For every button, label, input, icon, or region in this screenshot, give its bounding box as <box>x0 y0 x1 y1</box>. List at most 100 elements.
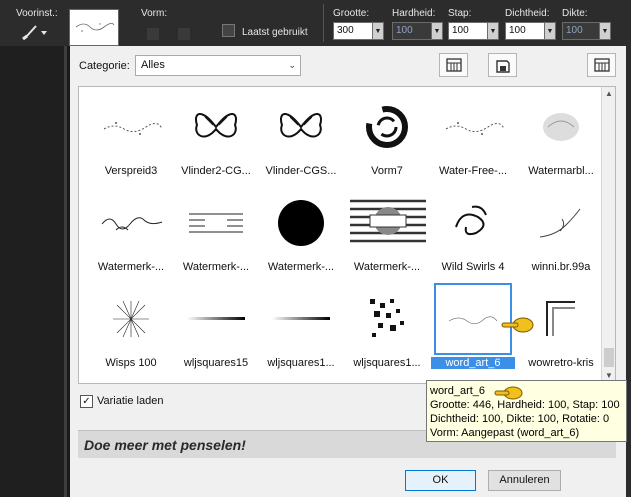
import-button[interactable] <box>488 53 517 77</box>
brush-item[interactable]: Vorm7 <box>345 87 429 183</box>
script-brush-icon <box>92 187 170 259</box>
current-brush-thumbnail[interactable] <box>69 9 119 46</box>
view-options-button[interactable] <box>439 53 468 77</box>
scatter-brush-icon <box>434 91 512 163</box>
brush-item[interactable]: Watermerk-... <box>174 183 258 279</box>
step-spinner[interactable]: 100 ▼ <box>448 22 499 40</box>
brush-grid: Verspreid3 Vlinder2-CG... Vlinder-CGS... Vo… <box>78 86 616 384</box>
brush-label: Vlinder2-CG... <box>181 165 251 177</box>
stripe-text-brush-icon <box>177 187 255 259</box>
brush-item[interactable]: wljsquares15 <box>174 279 258 375</box>
thickness-input[interactable]: 100 <box>562 22 600 40</box>
density-spinner[interactable]: 100 ▼ <box>505 22 556 40</box>
brush-label: wljsquares1... <box>353 357 421 369</box>
grid-icon <box>445 58 462 72</box>
brush-icon <box>22 25 47 41</box>
left-panel <box>0 46 67 497</box>
category-dropdown[interactable]: Alles ⌄ <box>135 55 301 76</box>
brush-item[interactable]: Vlinder2-CG... <box>174 87 258 183</box>
size-spinner[interactable]: 300 ▼ <box>333 22 384 40</box>
wisps-brush-icon <box>92 283 170 355</box>
density-label: Dichtheid: <box>505 8 550 19</box>
category-value: Alles <box>141 59 165 71</box>
thickness-spinner[interactable]: 100 ▼ <box>562 22 611 40</box>
brush-item[interactable]: Watermerk-... <box>345 183 429 279</box>
density-input[interactable]: 100 <box>505 22 545 40</box>
brush-label: Watermerk-... <box>182 261 250 273</box>
ok-button[interactable]: OK <box>405 470 476 491</box>
brush-label: wljsquares15 <box>183 357 249 369</box>
size-dropdown-arrow[interactable]: ▼ <box>373 22 384 40</box>
line-gradient-brush-icon <box>262 283 340 355</box>
brush-item[interactable]: Watermarbl... <box>519 87 603 183</box>
pixel-squares-brush-icon <box>348 283 426 355</box>
thickness-dropdown-arrow[interactable]: ▼ <box>600 22 611 40</box>
toolbar-divider <box>323 4 324 42</box>
brush-label: winni.br.99a <box>531 261 591 273</box>
brush-label: wljsquares1... <box>267 357 335 369</box>
preset-label: Voorinst.: <box>16 8 58 19</box>
chevron-down-icon: ⌄ <box>288 60 296 70</box>
brush-item[interactable]: winni.br.99a <box>519 183 603 279</box>
density-dropdown-arrow[interactable]: ▼ <box>545 22 556 40</box>
tooltip-line-1: Grootte: 446, Hardheid: 100, Stap: 100 <box>430 399 620 411</box>
round-shape-button[interactable] <box>147 28 159 40</box>
step-input[interactable]: 100 <box>448 22 488 40</box>
step-dropdown-arrow[interactable]: ▼ <box>488 22 499 40</box>
butterfly-brush-icon <box>177 91 255 163</box>
manage-button[interactable] <box>587 53 616 77</box>
brush-label: word_art_6 <box>431 357 515 369</box>
brush-label: Wisps 100 <box>105 357 157 369</box>
brush-item[interactable]: Watermerk-... <box>89 183 173 279</box>
brush-item[interactable]: wljsquares1... <box>259 279 343 375</box>
size-label: Grootte: <box>333 8 370 19</box>
brush-label: Water-Free-... <box>438 165 508 177</box>
brush-toolbar: Voorinst.: Vorm: Laatst gebruikt Grootte… <box>0 0 631 46</box>
brush-tooltip: word_art_6 Grootte: 446, Hardheid: 100, … <box>426 380 627 442</box>
floral-corner-brush-icon <box>522 187 600 259</box>
line-gradient-brush-icon <box>177 283 255 355</box>
folder-icon <box>495 59 510 73</box>
category-label: Categorie: <box>79 60 130 72</box>
vertical-scrollbar[interactable]: ▲ ▼ <box>601 87 615 383</box>
hardness-label: Hardheid: <box>392 8 436 19</box>
brush-label: Vlinder-CGS... <box>265 165 337 177</box>
thickness-label: Dikte: <box>562 8 588 19</box>
brush-label: Wild Swirls 4 <box>441 261 505 273</box>
more-brushes-link[interactable]: Doe meer met penselen! <box>84 437 246 453</box>
tooltip-title: word_art_6 <box>430 385 486 397</box>
variatie-label: Variatie laden <box>97 395 164 407</box>
pointing-hand-icon <box>501 317 534 333</box>
brush-item[interactable]: Watermerk-... <box>259 183 343 279</box>
brush-item[interactable]: Vlinder-CGS... <box>259 87 343 183</box>
cancel-button[interactable]: Annuleren <box>488 470 561 491</box>
hardness-dropdown-arrow[interactable]: ▼ <box>432 22 443 40</box>
brush-label: Watermerk-... <box>353 261 421 273</box>
brush-item[interactable]: Water-Free-... <box>431 87 515 183</box>
brush-item[interactable]: wljsquares1... <box>345 279 429 375</box>
swirls-brush-icon <box>434 187 512 259</box>
scroll-up-icon[interactable]: ▲ <box>602 87 616 101</box>
brush-label: Verspreid3 <box>104 165 158 177</box>
brush-label: Watermarbl... <box>528 165 594 177</box>
variatie-checkbox[interactable]: ✓ <box>80 395 93 408</box>
scroll-thumb[interactable] <box>604 348 614 367</box>
last-used-label: Laatst gebruikt <box>242 27 308 38</box>
square-shape-button[interactable] <box>178 28 190 40</box>
brush-label: Watermerk-... <box>267 261 335 273</box>
brush-label: Watermerk-... <box>97 261 165 273</box>
watermark-brush-icon <box>522 91 600 163</box>
brush-item[interactable]: Wild Swirls 4 <box>431 183 515 279</box>
tooltip-line-2: Dichtheid: 100, Dikte: 100, Rotatie: 0 <box>430 413 610 425</box>
brush-item[interactable]: Verspreid3 <box>89 87 173 183</box>
tooltip-line-3: Vorm: Aangepast (word_art_6) <box>430 427 580 439</box>
size-input[interactable]: 300 <box>333 22 373 40</box>
preset-dropdown[interactable] <box>16 20 50 42</box>
hardness-input[interactable]: 100 <box>392 22 432 40</box>
scatter-brush-icon <box>92 91 170 163</box>
word-art-icon <box>75 23 115 32</box>
brush-item[interactable]: Wisps 100 <box>89 279 173 375</box>
step-label: Stap: <box>448 8 472 19</box>
last-used-checkbox[interactable] <box>222 24 235 37</box>
hardness-spinner[interactable]: 100 ▼ <box>392 22 443 40</box>
